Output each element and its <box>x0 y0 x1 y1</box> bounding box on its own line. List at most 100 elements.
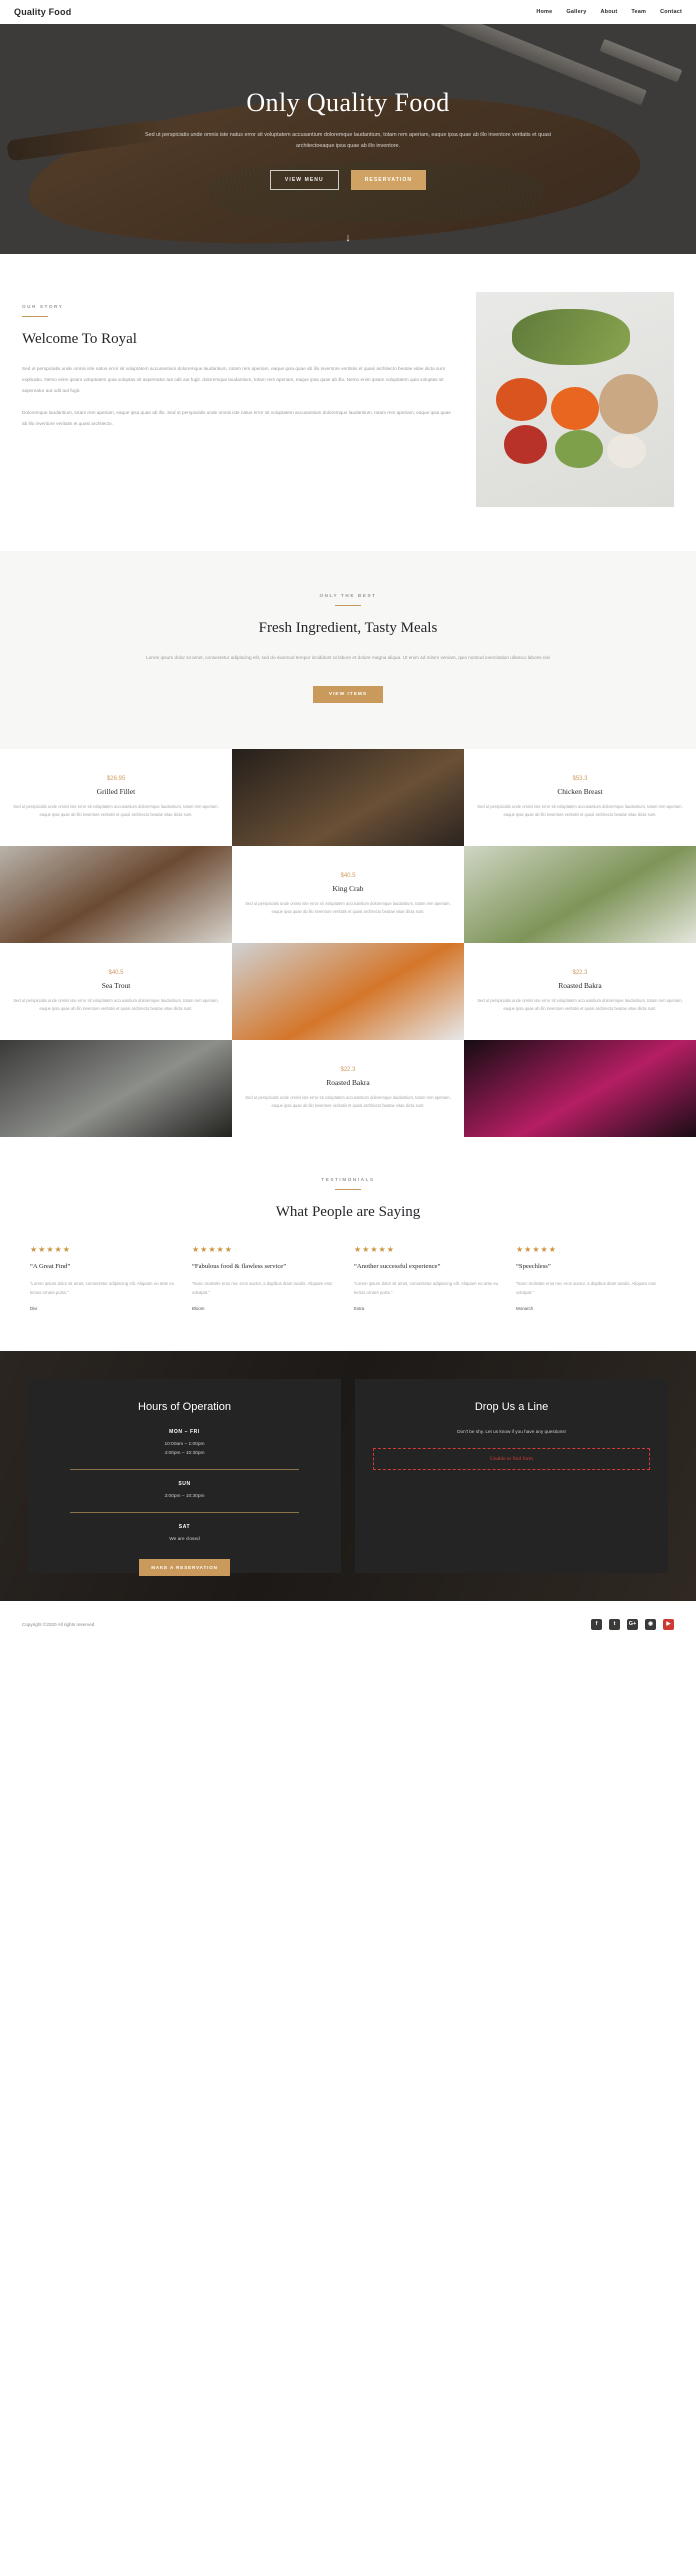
menu-item-name: King Crab <box>332 884 364 893</box>
menu-item-description: Sed ut perspiciatis unde omnis iste erro… <box>245 1095 451 1108</box>
vegetable-basket-image <box>476 292 674 507</box>
menu-item-name: Roasted Bakra <box>558 981 602 990</box>
contact-form-subtitle: Don't be shy. Let us know if you have an… <box>457 1429 566 1435</box>
menu-item-description: Sed ut perspiciatis unde omnis iste erro… <box>13 998 219 1011</box>
menu-item-name: Sea Trout <box>101 981 131 990</box>
menu-item-chicken-breast[interactable]: $53.3 Chicken Breast Sed ut perspiciatis… <box>464 748 696 846</box>
testimonial-quote: “Nunc molestie eros nec eros auctor, a d… <box>516 1280 656 1295</box>
testimonials-title: What People are Saying <box>275 1204 421 1221</box>
star-rating-icon: ★★★★★ <box>516 1245 557 1255</box>
menu-photo-crab <box>232 942 464 1040</box>
welcome-eyebrow: OUR STORY <box>22 304 64 309</box>
menu-item-sea-trout[interactable]: $40.5 Sea Trout Sed ut perspiciatis unde… <box>0 942 232 1040</box>
testimonial-author: Extra <box>354 1306 365 1312</box>
main-navigation: Home Gallery About Team Contact <box>536 9 682 15</box>
star-rating-icon: ★★★★★ <box>192 1245 233 1255</box>
facebook-icon[interactable]: f <box>591 1618 602 1630</box>
welcome-paragraph-1: Sed ut perspiciatis unde omnis iste natu… <box>22 366 445 393</box>
hours-divider <box>70 1469 299 1471</box>
nav-item-gallery[interactable]: Gallery <box>566 9 586 15</box>
brand-logo[interactable]: Quality Food <box>14 7 71 17</box>
fresh-title: Fresh Ingredient, Tasty Meals <box>258 620 438 637</box>
star-rating-icon: ★★★★★ <box>30 1245 71 1255</box>
testimonial-title: “A Great Find” <box>30 1263 71 1271</box>
accent-rule <box>335 605 361 607</box>
view-items-button[interactable]: VIEW ITEMS <box>312 685 384 703</box>
view-menu-button[interactable]: VIEW MENU <box>269 170 339 191</box>
nav-item-team[interactable]: Team <box>631 9 646 15</box>
testimonials-eyebrow: TESTIMONIALS <box>321 1176 375 1182</box>
drop-us-a-line-panel: Drop Us a Line Don't be shy. Let us know… <box>355 1379 668 1574</box>
testimonial-quote: “Lorem ipsum dolor sit amet, consectetur… <box>30 1280 175 1295</box>
menu-photo-avocado-toast <box>464 845 696 943</box>
testimonial-quote: “Lorem ipsum dolor sit amet, consectetur… <box>354 1280 499 1295</box>
testimonial-title: “Speechless” <box>516 1263 551 1271</box>
menu-grid: $26.95 Grilled Fillet Sed ut perspiciati… <box>0 748 696 1137</box>
twitter-icon[interactable]: t <box>609 1618 620 1630</box>
nav-item-contact[interactable]: Contact <box>660 9 682 15</box>
menu-item-description: Sed ut perspiciatis unde omnis iste erro… <box>477 998 683 1011</box>
menu-item-description: Sed ut perspiciatis unde omnis iste erro… <box>13 804 219 817</box>
menu-item-price: $22.3 <box>340 1067 356 1073</box>
fresh-eyebrow: ONLY THE BEST <box>319 593 377 598</box>
form-error-message: Unable to find form <box>373 1448 650 1471</box>
menu-item-price: $22.3 <box>572 970 588 976</box>
star-rating-icon: ★★★★★ <box>354 1245 395 1255</box>
hours-title: Hours of Operation <box>138 1401 231 1414</box>
menu-item-price: $40.5 <box>108 970 124 976</box>
accent-rule <box>22 316 48 318</box>
testimonial-author: Monarch <box>516 1306 534 1312</box>
menu-item-roasted-bakra-2[interactable]: $22.3 Roasted Bakra Sed ut perspiciatis … <box>232 1039 464 1137</box>
hours-day-sun: SUN <box>178 1481 191 1488</box>
social-links: f t G+ ◉ ▶ <box>591 1618 674 1630</box>
hours-day-sat: SAT <box>178 1524 191 1531</box>
menu-photo-bread <box>232 748 464 846</box>
down-arrow-icon[interactable]: ↓ <box>345 232 351 244</box>
welcome-paragraph-2: Doloremque laudantium, totam rem aperiam… <box>22 410 451 426</box>
testimonial-card: ★★★★★ “Fabulous food & flawless service”… <box>192 1245 342 1311</box>
contact-section: Hours of Operation MON – FRI 10:00am – 1… <box>0 1351 696 1602</box>
menu-item-grilled-fillet[interactable]: $26.95 Grilled Fillet Sed ut perspiciati… <box>0 748 232 846</box>
instagram-icon[interactable]: ◉ <box>645 1618 656 1630</box>
hours-times-sat: We are closed <box>169 1537 200 1543</box>
testimonial-card: ★★★★★ “Speechless” “Nunc molestie eros n… <box>516 1245 666 1311</box>
accent-rule <box>335 1188 361 1191</box>
hero-title: Only Quality Food <box>246 87 450 117</box>
welcome-title: Welcome To Royal <box>22 331 137 348</box>
testimonial-title: “Fabulous food & flawless service” <box>192 1263 287 1271</box>
menu-item-roasted-bakra[interactable]: $22.3 Roasted Bakra Sed ut perspiciatis … <box>464 942 696 1040</box>
hero-subtitle: Sed ut perspiciatis unde omnis iste natu… <box>144 131 551 149</box>
nav-item-home[interactable]: Home <box>536 9 552 15</box>
contact-form-title: Drop Us a Line <box>474 1401 549 1414</box>
menu-photo-dragonfruit <box>464 1039 696 1137</box>
testimonial-card: ★★★★★ “A Great Find” “Lorem ipsum dolor … <box>30 1245 180 1311</box>
hours-times-mon-fri: 10:00am – 1:00pm 4:00pm – 10:30pm <box>164 1442 205 1457</box>
hours-times-sun: 3:00pm – 10:30pm <box>164 1494 205 1500</box>
menu-item-price: $53.3 <box>572 776 588 782</box>
google-plus-icon[interactable]: G+ <box>627 1618 638 1630</box>
menu-item-description: Sed ut perspiciatis unde omnis iste erro… <box>477 804 683 817</box>
menu-photo-fish <box>0 1039 232 1137</box>
testimonial-title: “Another successful experience” <box>354 1263 441 1271</box>
copyright-text: Copyright ©2020 All rights reserved <box>22 1621 95 1627</box>
hours-of-operation-panel: Hours of Operation MON – FRI 10:00am – 1… <box>28 1379 341 1576</box>
fresh-ingredient-section: ONLY THE BEST Fresh Ingredient, Tasty Me… <box>0 551 696 749</box>
menu-item-name: Grilled Fillet <box>96 787 136 796</box>
reservation-button[interactable]: RESERVATION <box>350 170 427 191</box>
hours-day-mon-fri: MON – FRI <box>169 1429 200 1436</box>
testimonial-card: ★★★★★ “Another successful experience” “L… <box>354 1245 504 1311</box>
hours-divider <box>70 1512 299 1514</box>
menu-item-price: $40.5 <box>340 873 356 879</box>
make-a-reservation-button[interactable]: MAKE A RESERVATION <box>139 1558 230 1576</box>
menu-item-name: Roasted Bakra <box>326 1078 370 1087</box>
menu-item-king-crab[interactable]: $40.5 King Crab Sed ut perspiciatis unde… <box>232 845 464 943</box>
testimonial-author: Bloom <box>192 1306 205 1312</box>
hero-cta-group: VIEW MENU RESERVATION <box>269 170 427 191</box>
youtube-icon[interactable]: ▶ <box>663 1618 674 1630</box>
fresh-paragraph: Lorem ipsum dolor sit amet, consectetur … <box>146 655 550 661</box>
nav-item-about[interactable]: About <box>600 9 617 15</box>
menu-item-price: $26.95 <box>106 776 126 782</box>
site-footer: Copyright ©2020 All rights reserved f t … <box>0 1601 696 1648</box>
menu-item-name: Chicken Breast <box>557 787 603 796</box>
menu-photo-soup <box>0 845 232 943</box>
